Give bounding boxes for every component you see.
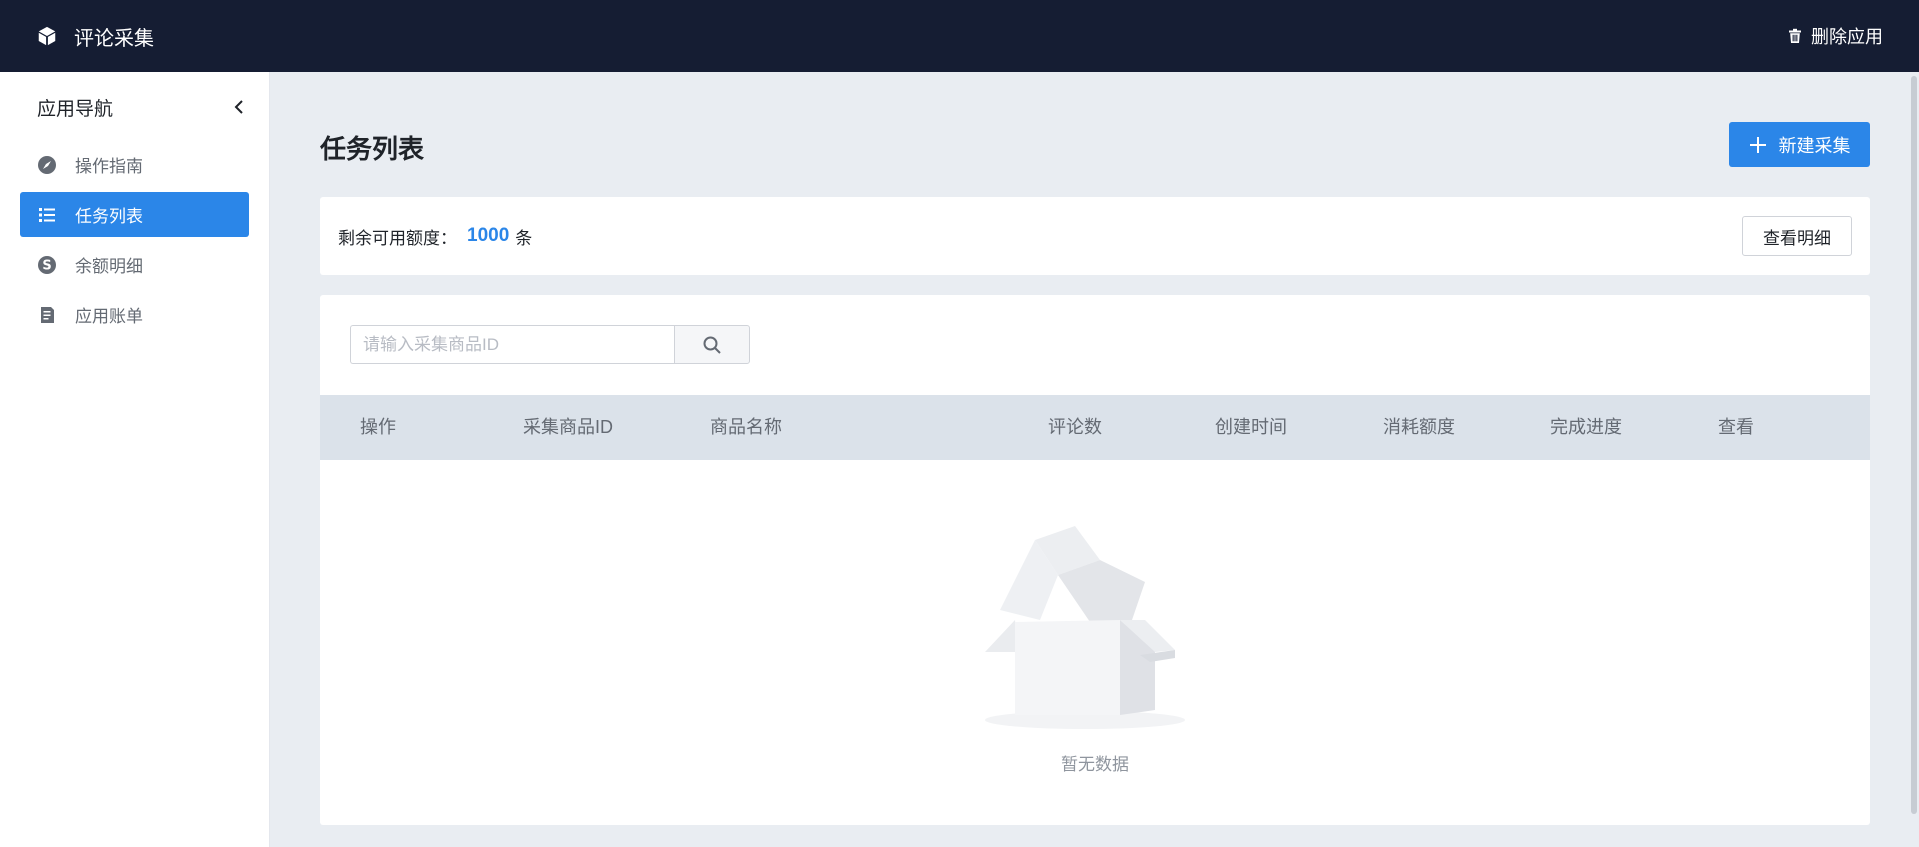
sidebar-nav: 操作指南 任务列表 S 余额明细 应用账单 xyxy=(0,142,269,337)
list-icon xyxy=(39,207,55,222)
column-header-view[interactable]: 查看 xyxy=(1718,395,1754,460)
sidebar-item-bill[interactable]: 应用账单 xyxy=(20,292,249,337)
column-header-product-id[interactable]: 采集商品ID xyxy=(523,395,613,460)
sidebar-item-label: 余额明细 xyxy=(75,257,143,276)
quota-value: 1000 xyxy=(467,225,510,246)
search-input[interactable] xyxy=(350,325,674,364)
sidebar-item-label: 操作指南 xyxy=(75,157,143,176)
sidebar-item-label: 任务列表 xyxy=(75,207,143,226)
column-header-progress[interactable]: 完成进度 xyxy=(1550,395,1622,460)
column-header-comment-count[interactable]: 评论数 xyxy=(1048,395,1102,460)
search-bar xyxy=(350,325,750,364)
search-icon xyxy=(703,336,721,354)
column-header-quota-used[interactable]: 消耗额度 xyxy=(1383,395,1455,460)
column-header-product-name[interactable]: 商品名称 xyxy=(710,395,782,460)
quota-label: 剩余可用额度： xyxy=(338,228,457,248)
quota-unit: 条 xyxy=(515,228,533,248)
app-brand: 评论采集 xyxy=(36,22,154,51)
empty-box-illustration xyxy=(985,526,1185,729)
table-header: 操作 采集商品ID 商品名称 评论数 创建时间 消耗额度 完成进度 查看 xyxy=(320,395,1870,460)
new-collection-label: 新建采集 xyxy=(1778,135,1851,156)
sidebar-item-guide[interactable]: 操作指南 xyxy=(20,142,249,187)
page-title: 任务列表 xyxy=(320,134,425,164)
delete-app-label: 删除应用 xyxy=(1811,27,1883,47)
column-header-action[interactable]: 操作 xyxy=(360,395,396,460)
sidebar: 应用导航 操作指南 任务列表 S 余额明细 应用账单 xyxy=(0,72,270,847)
sidebar-item-label: 应用账单 xyxy=(75,307,143,326)
chevron-left-icon[interactable] xyxy=(229,97,249,117)
sidebar-item-task-list[interactable]: 任务列表 xyxy=(20,192,249,237)
plus-icon xyxy=(1749,136,1766,153)
cube-icon xyxy=(38,26,56,46)
scrollbar[interactable] xyxy=(1911,76,1917,814)
app-title: 评论采集 xyxy=(74,27,154,50)
new-collection-button[interactable]: 新建采集 xyxy=(1729,122,1870,167)
top-bar: 评论采集 删除应用 xyxy=(0,0,1919,72)
compass-icon xyxy=(38,155,56,174)
trash-icon xyxy=(1789,28,1801,43)
delete-app-button[interactable]: 删除应用 xyxy=(1787,23,1883,49)
column-header-created-time[interactable]: 创建时间 xyxy=(1215,395,1287,460)
dollar-icon: S xyxy=(38,255,56,274)
main-content: 任务列表 新建采集 剩余可用额度： 1000 条 查看明细 操作 采集商品ID … xyxy=(270,72,1919,847)
sidebar-header: 应用导航 xyxy=(0,72,269,142)
empty-text: 暂无数据 xyxy=(1061,755,1129,774)
empty-state: 暂无数据 xyxy=(320,460,1870,825)
view-detail-button[interactable]: 查看明细 xyxy=(1742,216,1852,256)
document-icon xyxy=(41,306,54,323)
task-table-card: 操作 采集商品ID 商品名称 评论数 创建时间 消耗额度 完成进度 查看 xyxy=(320,295,1870,825)
quota-card: 剩余可用额度： 1000 条 查看明细 xyxy=(320,197,1870,275)
search-button[interactable] xyxy=(674,325,750,364)
sidebar-item-balance[interactable]: S 余额明细 xyxy=(20,242,249,287)
sidebar-title: 应用导航 xyxy=(37,98,114,120)
svg-text:S: S xyxy=(42,258,51,273)
